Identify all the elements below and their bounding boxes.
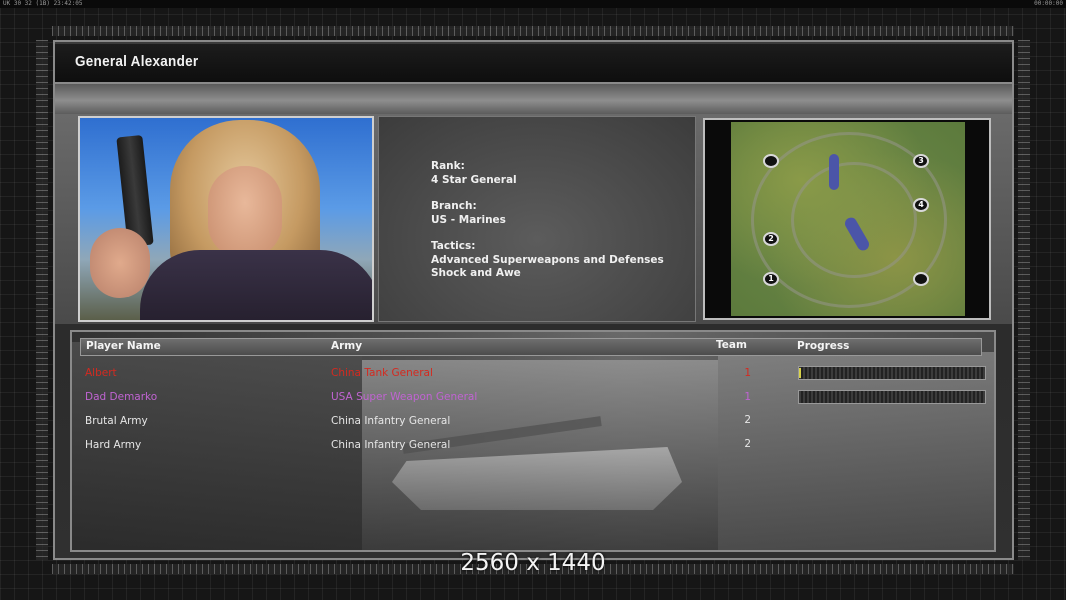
player-name: Dad Demarko [85,391,158,403]
tactics-line-1: Advanced Superweapons and Defenses [431,253,664,266]
left-ruler [36,40,48,560]
general-title: General Alexander [75,53,199,70]
header-team: Team [716,339,747,351]
player-name: Albert [85,367,117,379]
general-info-panel: Rank: 4 Star General Branch: US - Marine… [378,116,696,322]
start-position-marker[interactable]: 4 [913,198,929,212]
portrait-face [208,166,282,258]
portrait-hand [90,228,150,298]
player-team: 1 [744,391,751,403]
player-army: USA Super Weapon General [331,391,478,403]
tactics-label: Tactics: [431,240,476,252]
player-army: China Infantry General [331,439,451,451]
rank-block: Rank: 4 Star General [431,160,517,187]
header-progress: Progress [797,340,850,352]
general-portrait [78,116,374,322]
player-team: 1 [744,367,751,379]
top-ruler [52,26,1014,36]
player-progress-bar [798,366,986,380]
rank-label: Rank: [431,160,465,172]
status-strip: UK 30 32 (1B) 23:42:05 00:00:00 [0,0,1066,8]
progress-fill [799,368,802,378]
start-position-marker[interactable]: 2 [763,232,779,246]
start-position-marker[interactable] [913,272,929,286]
player-name: Hard Army [85,439,142,451]
player-team: 2 [744,414,751,426]
map-preview: 3 4 2 1 [703,118,991,320]
portrait-uniform [140,250,372,320]
start-position-marker[interactable] [763,154,779,168]
start-position-marker[interactable]: 1 [763,272,779,286]
players-panel [70,330,996,552]
branch-label: Branch: [431,200,477,212]
player-name: Brutal Army [85,415,148,427]
tactics-block: Tactics: Advanced Superweapons and Defen… [431,240,664,281]
title-bar: General Alexander [55,44,1012,84]
tank-artwork-right [718,352,994,550]
player-army: China Tank General [331,367,433,379]
header-player-name: Player Name [86,340,161,352]
rank-value: 4 Star General [431,173,517,186]
resolution-caption: 2560 x 1440 [460,550,606,576]
player-army: China Infantry General [331,415,451,427]
header-band [55,84,1012,114]
tank-artwork-center [362,360,718,550]
start-position-marker[interactable]: 3 [913,154,929,168]
map-image: 3 4 2 1 [731,122,965,316]
header-army: Army [331,340,363,352]
player-progress-bar [798,390,986,404]
status-left: UK 30 32 (1B) 23:42:05 [3,0,83,7]
player-team: 2 [744,438,751,450]
branch-value: US - Marines [431,213,506,226]
tactics-line-2: Shock and Awe [431,267,521,279]
status-right: 00:00:00 [1034,0,1063,7]
map-water [829,154,839,190]
branch-block: Branch: US - Marines [431,200,506,227]
right-ruler [1018,40,1030,560]
